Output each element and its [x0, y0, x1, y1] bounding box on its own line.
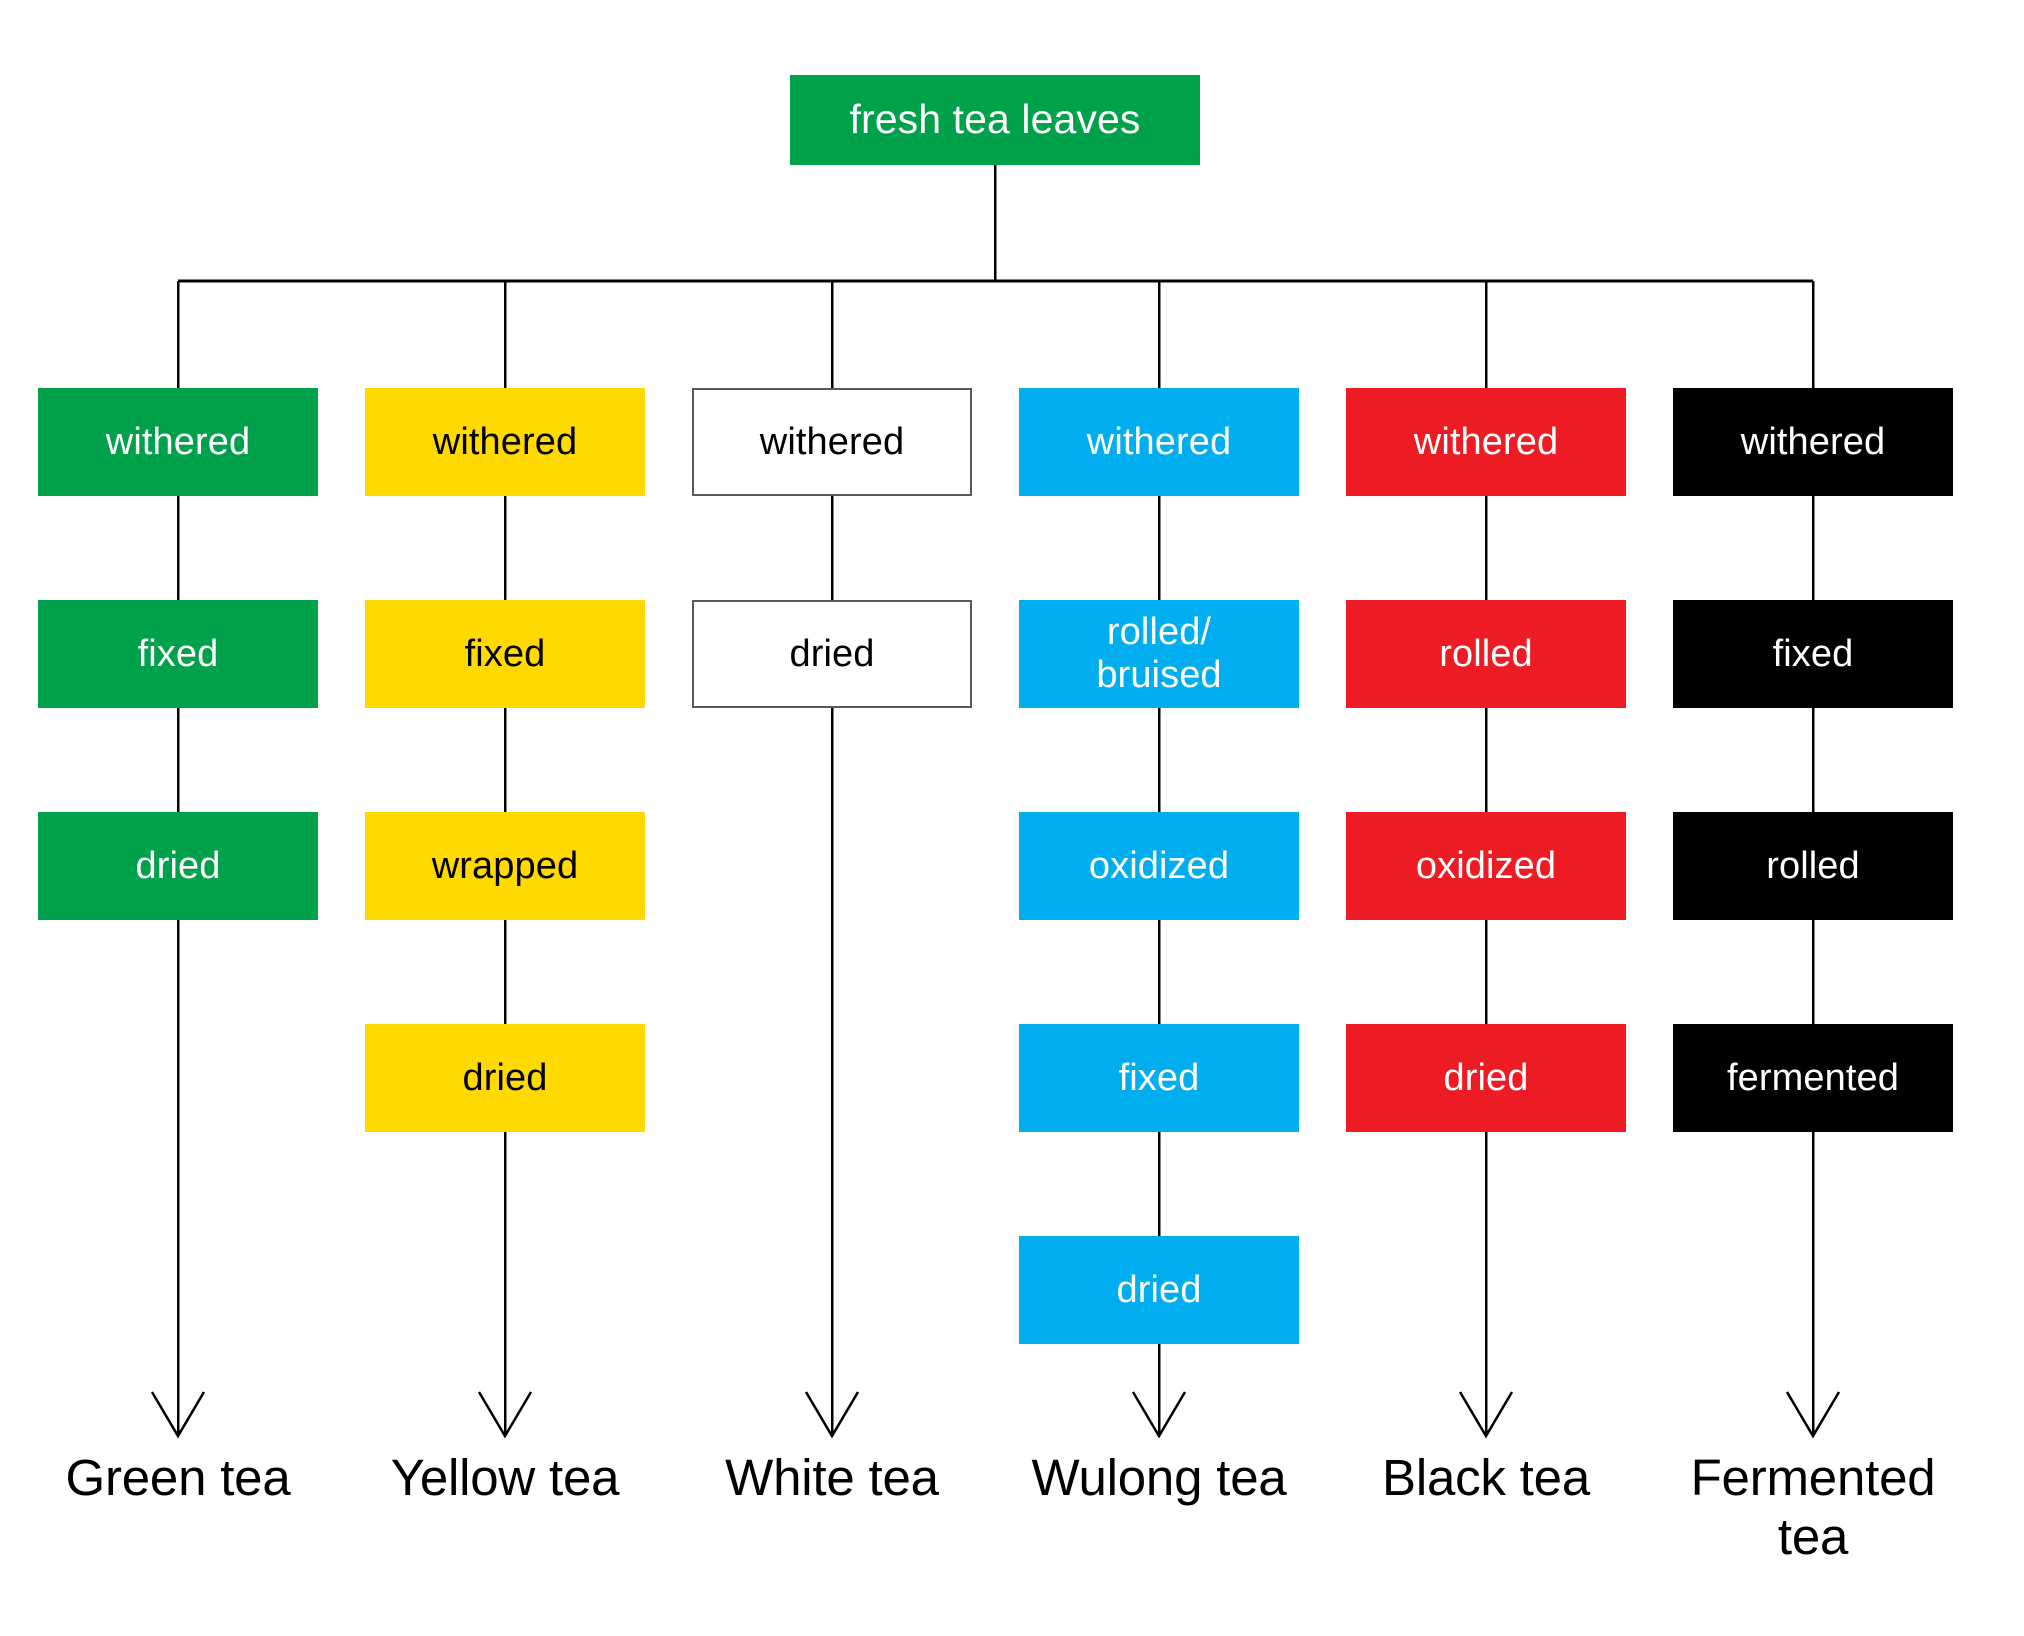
result-label-black: Fermented tea	[1690, 1449, 1936, 1566]
process-step-label: fixed	[137, 632, 219, 675]
process-step-red-1: rolled	[1346, 600, 1626, 708]
process-step-label: withered	[759, 420, 905, 463]
process-step-label: rolled	[1766, 844, 1860, 887]
process-step-label: withered	[1086, 420, 1232, 463]
process-step-label: dried	[462, 1056, 548, 1099]
arrowhead-green	[150, 1391, 206, 1439]
process-step-blue-2: oxidized	[1019, 812, 1299, 920]
process-step-label: rolled/ bruised	[1096, 611, 1222, 696]
result-label-yellow: Yellow tea	[390, 1449, 620, 1506]
process-step-label: dried	[789, 632, 875, 675]
process-step-red-2: oxidized	[1346, 812, 1626, 920]
process-step-blue-0: withered	[1019, 388, 1299, 496]
process-step-white-0: withered	[692, 388, 972, 496]
process-step-black-0: withered	[1673, 388, 1953, 496]
process-step-label: dried	[1116, 1268, 1202, 1311]
process-step-label: fermented	[1727, 1056, 1899, 1099]
process-step-label: withered	[432, 420, 578, 463]
process-step-label: fixed	[1118, 1056, 1200, 1099]
arrowhead-blue	[1131, 1391, 1187, 1439]
process-step-label: fixed	[1772, 632, 1854, 675]
process-step-red-3: dried	[1346, 1024, 1626, 1132]
arrowhead-black	[1785, 1391, 1841, 1439]
process-step-black-1: fixed	[1673, 600, 1953, 708]
process-step-label: rolled	[1439, 632, 1533, 675]
process-step-yellow-2: wrapped	[365, 812, 645, 920]
process-step-label: dried	[135, 844, 221, 887]
result-label-white: White tea	[725, 1449, 939, 1506]
process-step-white-1: dried	[692, 600, 972, 708]
result-label-blue: Wulong tea	[1031, 1449, 1287, 1506]
process-step-blue-1: rolled/ bruised	[1019, 600, 1299, 708]
process-step-green-2: dried	[38, 812, 318, 920]
process-step-yellow-3: dried	[365, 1024, 645, 1132]
process-step-label: wrapped	[431, 844, 579, 887]
process-step-label: oxidized	[1088, 844, 1230, 887]
process-step-green-1: fixed	[38, 600, 318, 708]
process-step-blue-3: fixed	[1019, 1024, 1299, 1132]
process-step-label: dried	[1443, 1056, 1529, 1099]
process-step-black-2: rolled	[1673, 812, 1953, 920]
process-step-green-0: withered	[38, 388, 318, 496]
process-step-label: withered	[105, 420, 251, 463]
process-step-yellow-0: withered	[365, 388, 645, 496]
arrowhead-red	[1458, 1391, 1514, 1439]
process-step-yellow-1: fixed	[365, 600, 645, 708]
root-node-fresh-tea-leaves: fresh tea leaves	[790, 75, 1200, 165]
result-label-green: Green tea	[65, 1449, 291, 1506]
process-step-red-0: withered	[1346, 388, 1626, 496]
process-step-blue-4: dried	[1019, 1236, 1299, 1344]
tea-processing-flowchart: fresh tea leaves withered fixed dried Green …	[0, 0, 2024, 1636]
process-step-label: fixed	[464, 632, 546, 675]
process-step-black-3: fermented	[1673, 1024, 1953, 1132]
process-step-label: withered	[1740, 420, 1886, 463]
process-step-label: oxidized	[1415, 844, 1557, 887]
arrowhead-white	[804, 1391, 860, 1439]
root-node-label: fresh tea leaves	[849, 96, 1141, 143]
result-label-red: Black tea	[1382, 1449, 1590, 1506]
arrowhead-yellow	[477, 1391, 533, 1439]
process-step-label: withered	[1413, 420, 1559, 463]
